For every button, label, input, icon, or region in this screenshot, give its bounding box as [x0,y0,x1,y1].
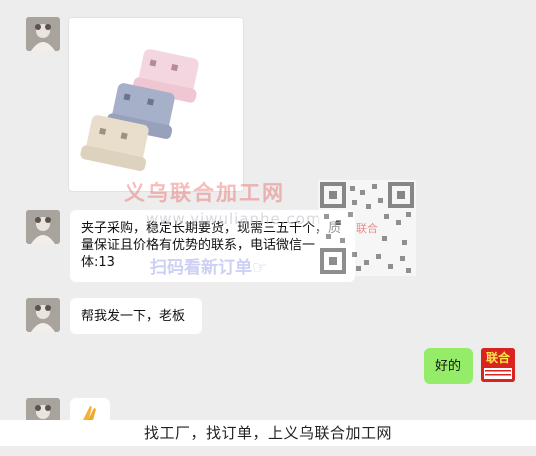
sender-avatar[interactable] [26,17,60,51]
my-message-bubble[interactable]: 好的 [424,348,473,384]
avatar-photo-icon [26,298,60,332]
avatar-photo-icon [26,17,60,51]
message-bubble[interactable]: 夹子采购，稳定长期要货，现需三五千个，质量保证且价格有优势的联系，电话微信一体:… [70,210,355,282]
my-avatar[interactable]: 联合 [481,348,515,382]
avatar-photo-icon [26,210,60,244]
binder-clips-image [80,49,199,171]
message-bubble[interactable]: 帮我发一下，老板 [70,298,202,334]
sender-avatar[interactable] [26,210,60,244]
product-image-message[interactable] [68,17,244,192]
footer-slogan: 找工厂，找订单，上义乌联合加工网 [143,424,392,442]
footer-banner: 找工厂，找订单，上义乌联合加工网 [0,420,536,446]
message-text: 夹子采购，稳定长期要货，现需三五千个，质量保证且价格有优势的联系，电话微信一体:… [81,221,342,270]
sender-avatar[interactable] [26,298,60,332]
message-text: 帮我发一下，老板 [81,309,186,324]
avatar-brand-title: 联合 [485,351,510,365]
qr-center-label: 联合 [356,221,378,235]
message-text: 好的 [435,359,462,374]
